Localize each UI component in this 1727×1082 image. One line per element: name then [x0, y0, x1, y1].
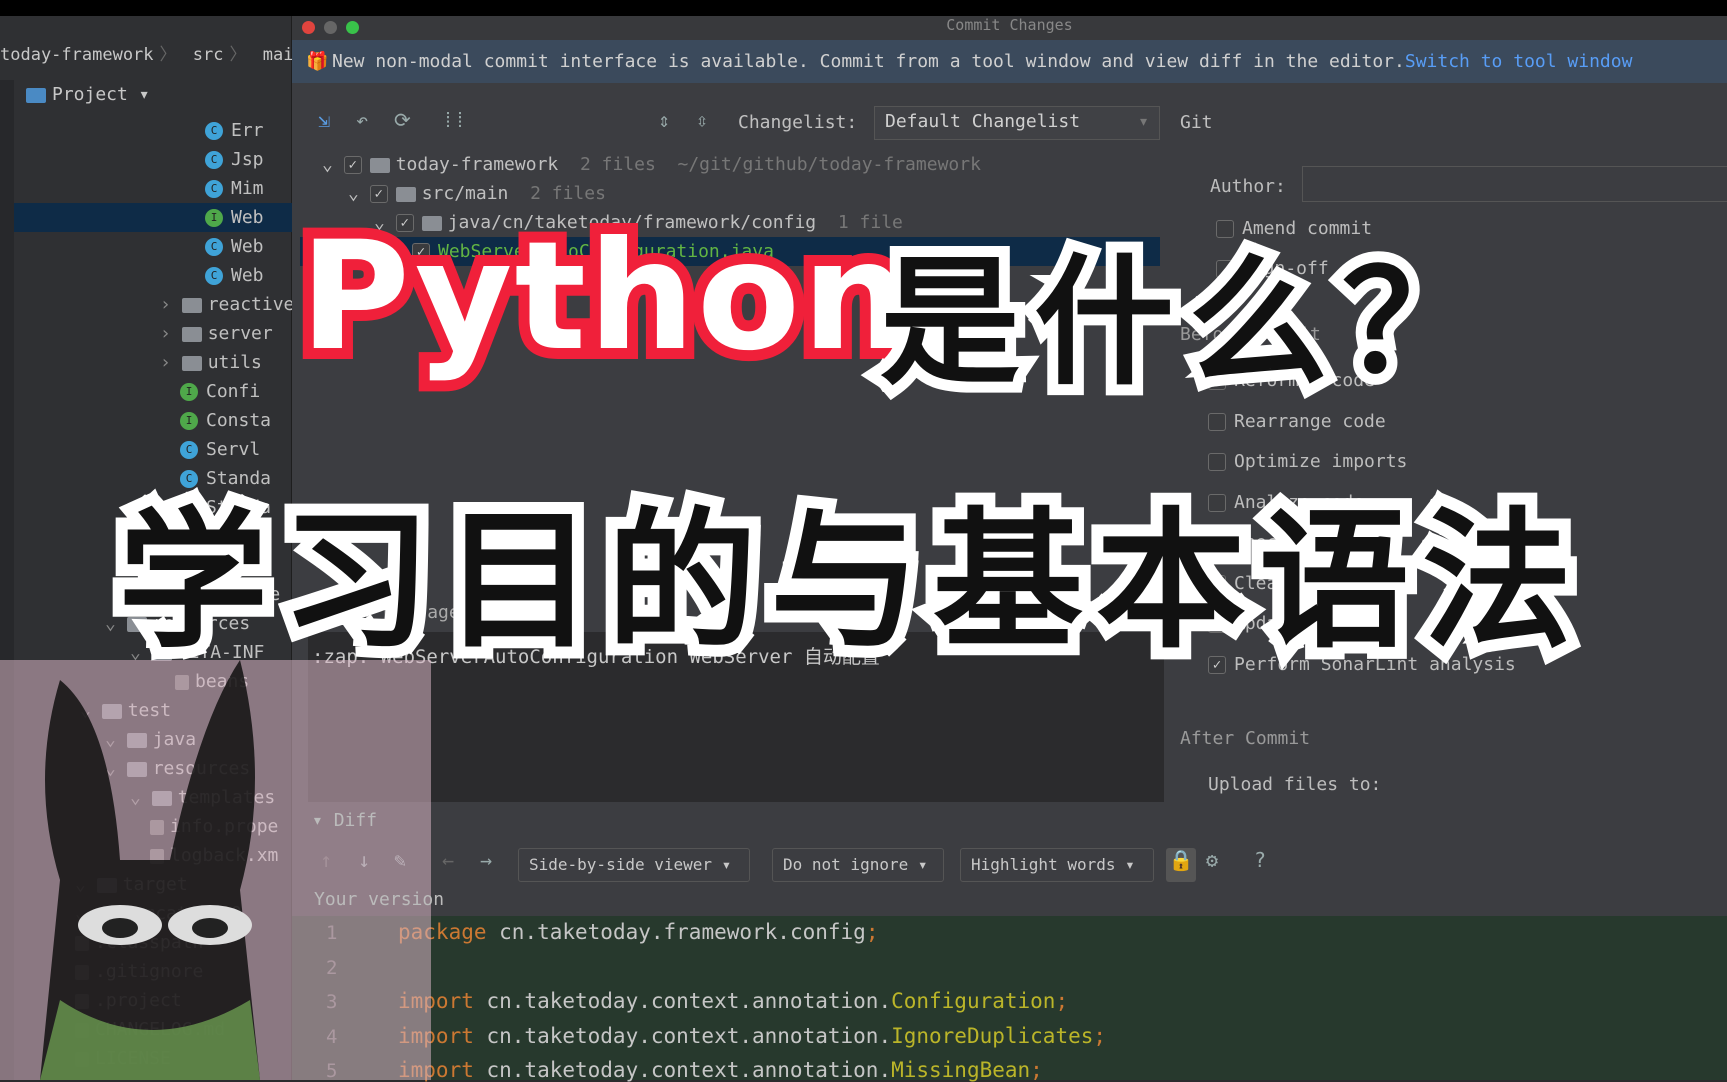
- upload-files-label: Upload files to:: [1208, 774, 1382, 795]
- project-tree-item[interactable]: C Mim: [205, 174, 264, 203]
- class-icon: C: [205, 267, 223, 285]
- folder-icon: [181, 355, 202, 371]
- project-tree-item[interactable]: I Web: [14, 203, 292, 232]
- project-tree-item[interactable]: › utils: [160, 348, 262, 377]
- project-view-dropdown[interactable]: Project ▾: [26, 84, 150, 105]
- group-icon[interactable]: ⁞⁞: [442, 108, 466, 134]
- collapse-all-icon[interactable]: ⇳: [696, 108, 708, 132]
- project-tree-item[interactable]: C Jsp: [205, 145, 264, 174]
- code-line: import cn.taketoday.context.annotation.M…: [398, 1058, 1043, 1082]
- title-python: Python: [289, 199, 920, 395]
- back-icon[interactable]: ←: [442, 848, 454, 872]
- project-icon: [26, 87, 46, 103]
- breadcrumb-item[interactable]: src: [193, 45, 224, 65]
- diff-toolbar: ↑ ↓ ✎ ← → Side-by-side viewer ▾ Do not i…: [320, 848, 1420, 884]
- help-button[interactable]: ?: [1254, 848, 1266, 872]
- tree-row-src[interactable]: ⌄ ✓ src/main 2 files: [348, 179, 606, 208]
- lock-icon[interactable]: 🔒: [1166, 848, 1196, 882]
- project-tree-item[interactable]: › server: [160, 319, 273, 348]
- highlight-dropdown[interactable]: Highlight words ▾: [960, 848, 1154, 882]
- breadcrumb: today-framework 〉 src 〉 main: [0, 45, 304, 65]
- checkbox[interactable]: [1208, 412, 1226, 431]
- class-icon: C: [205, 180, 223, 198]
- class-icon: C: [180, 441, 198, 459]
- title-what-is: 是什么？: [869, 231, 1497, 416]
- info-banner: 🎁 New non-modal commit interface is avai…: [292, 40, 1727, 83]
- title-subtitle: 学习目的与基本语法: [106, 483, 1586, 681]
- interface-icon: I: [180, 412, 198, 430]
- forward-icon[interactable]: →: [480, 848, 492, 872]
- settings-gear-icon[interactable]: ⚙: [1206, 848, 1218, 872]
- banner-text: New non-modal commit interface is availa…: [332, 51, 1405, 72]
- switch-to-tool-window-link[interactable]: Switch to tool window: [1405, 51, 1633, 72]
- zoom-button[interactable]: [346, 21, 359, 34]
- expand-all-icon[interactable]: ⇕: [658, 108, 670, 132]
- pin-icon[interactable]: ⇲: [318, 108, 330, 132]
- bunny-mascot-image: [40, 660, 260, 1080]
- gift-icon: 🎁: [306, 51, 329, 72]
- dialog-title: Commit Changes: [946, 16, 1073, 34]
- class-icon: C: [205, 151, 223, 169]
- code-line: package cn.taketoday.framework.config;: [398, 920, 879, 944]
- author-label: Author:: [1210, 176, 1286, 197]
- tree-row-root[interactable]: ⌄ ✓ today-framework 2 files ~/git/github/…: [322, 150, 981, 179]
- diff-header-label: Diff: [333, 810, 378, 831]
- refresh-icon[interactable]: ⟳: [394, 108, 411, 132]
- undo-icon[interactable]: ↶: [356, 108, 368, 132]
- your-version-label: Your version: [314, 889, 445, 910]
- project-label: Project: [52, 84, 128, 105]
- changelist-select[interactable]: Default Changelist ▾: [874, 106, 1160, 140]
- close-button[interactable]: [302, 21, 315, 34]
- project-tree-item[interactable]: I Confi: [180, 377, 260, 406]
- viewer-dropdown[interactable]: Side-by-side viewer ▾: [518, 848, 750, 882]
- diff-header[interactable]: ▾ Diff: [312, 810, 377, 831]
- changelist-label: Changelist:: [738, 112, 858, 133]
- code-line: import cn.taketoday.context.annotation.I…: [398, 1023, 1107, 1048]
- class-icon: C: [205, 122, 223, 140]
- project-tree-item[interactable]: C Err: [205, 116, 264, 145]
- minimize-button[interactable]: [324, 21, 337, 34]
- code-line: import cn.taketoday.context.annotation.C…: [398, 989, 1069, 1013]
- author-input[interactable]: [1302, 166, 1727, 202]
- class-icon: C: [205, 238, 223, 256]
- breadcrumb-item[interactable]: today-framework: [0, 45, 154, 65]
- folder-icon: [181, 297, 202, 313]
- project-tree-item[interactable]: I Consta: [180, 406, 271, 435]
- before-commit-option[interactable]: Rearrange code: [1208, 411, 1386, 432]
- project-tree-item[interactable]: C Web: [205, 232, 264, 261]
- project-tree-item[interactable]: › reactive: [160, 290, 292, 319]
- interface-icon: I: [205, 209, 223, 227]
- top-black-bar: [0, 0, 1727, 16]
- interface-icon: I: [180, 383, 198, 401]
- dialog-titlebar: Commit Changes: [292, 16, 1727, 40]
- project-tree-item[interactable]: C Web: [205, 261, 264, 290]
- folder-icon: [181, 326, 202, 342]
- ignore-dropdown[interactable]: Do not ignore ▾: [772, 848, 944, 882]
- after-commit-header: After Commit: [1180, 728, 1311, 749]
